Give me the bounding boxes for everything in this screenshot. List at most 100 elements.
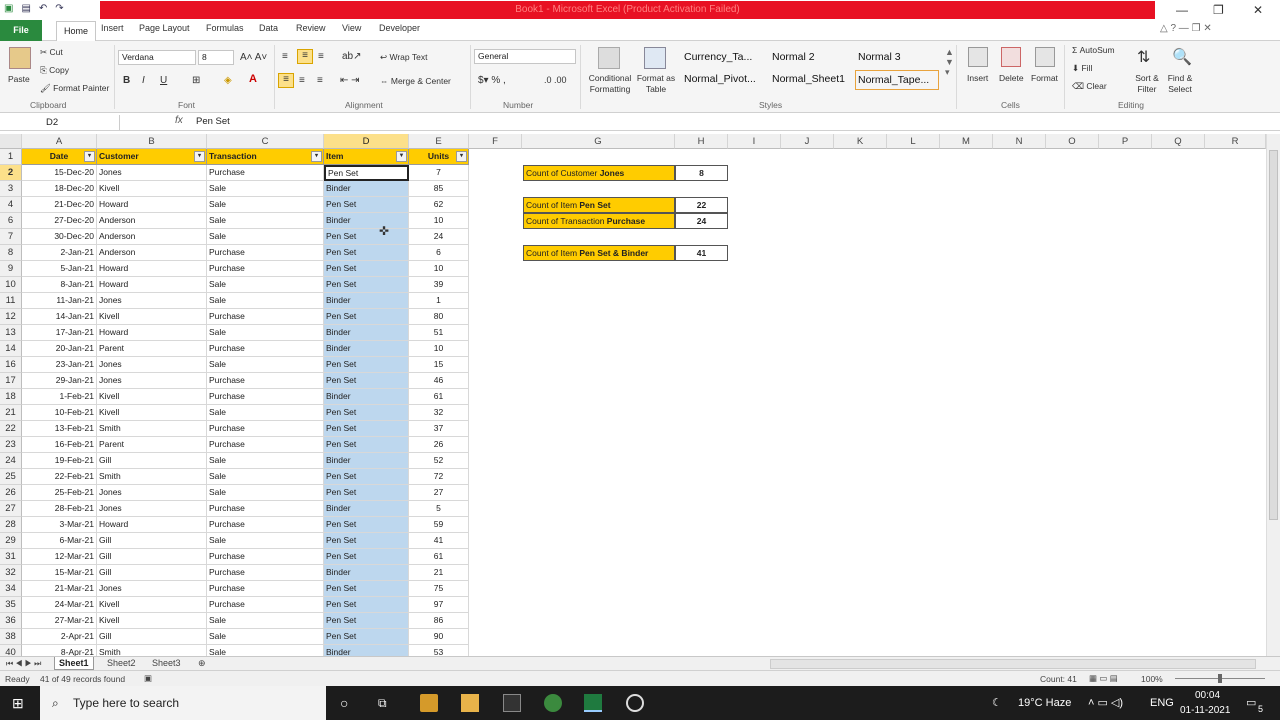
sheet-tab-sheet2[interactable]: Sheet2: [103, 657, 140, 670]
cell-transaction[interactable]: Sale: [207, 645, 324, 656]
cell-date[interactable]: 2-Jan-21: [22, 245, 97, 261]
style-normal-2[interactable]: Normal 2: [772, 51, 815, 63]
summary-label[interactable]: Count of Customer Jones: [523, 165, 675, 181]
cell-date[interactable]: 16-Feb-21: [22, 437, 97, 453]
column-header-b[interactable]: B: [97, 134, 207, 149]
cell-units[interactable]: 46: [409, 373, 469, 389]
cell-date[interactable]: 13-Feb-21: [22, 421, 97, 437]
merge-center-button[interactable]: ⇔ Merge & Center: [380, 76, 451, 86]
cell-item[interactable]: Pen Set: [324, 277, 409, 293]
row-header[interactable]: 8: [0, 245, 22, 261]
cell-units[interactable]: 59: [409, 517, 469, 533]
cell-transaction[interactable]: Purchase: [207, 245, 324, 261]
tab-page-layout[interactable]: Page Layout: [139, 23, 190, 33]
function-icon[interactable]: fx: [175, 115, 183, 126]
cell-item[interactable]: Pen Set: [324, 437, 409, 453]
cell-units[interactable]: 51: [409, 325, 469, 341]
column-header-f[interactable]: F: [469, 134, 522, 149]
cell-units[interactable]: 72: [409, 469, 469, 485]
cell-transaction[interactable]: Purchase: [207, 565, 324, 581]
zoom-slider-thumb[interactable]: [1218, 674, 1222, 683]
cell-units[interactable]: 41: [409, 533, 469, 549]
cell-customer[interactable]: Howard: [97, 261, 207, 277]
summary-label[interactable]: Count of Item Pen Set & Binder: [523, 245, 675, 261]
cell-customer[interactable]: Parent: [97, 437, 207, 453]
cell-item[interactable]: Binder: [324, 213, 409, 229]
format-button[interactable]: Format: [1031, 73, 1058, 83]
sheet-tab-sheet1[interactable]: Sheet1: [54, 657, 94, 670]
cell-item[interactable]: Pen Set: [324, 357, 409, 373]
cell-units[interactable]: 90: [409, 629, 469, 645]
cell-units[interactable]: 21: [409, 565, 469, 581]
cell-customer[interactable]: Jones: [97, 581, 207, 597]
cell-transaction[interactable]: Sale: [207, 277, 324, 293]
cell-item[interactable]: Binder: [324, 341, 409, 357]
cell-units[interactable]: 10: [409, 261, 469, 277]
cell-transaction[interactable]: Sale: [207, 325, 324, 341]
cell-date[interactable]: 23-Jan-21: [22, 357, 97, 373]
filter-dropdown-icon[interactable]: ▾: [194, 151, 205, 162]
cell-item[interactable]: Binder: [324, 645, 409, 656]
vertical-scrollbar[interactable]: [1266, 134, 1280, 656]
redo-icon[interactable]: ↷: [55, 3, 63, 14]
cell-transaction[interactable]: Purchase: [207, 597, 324, 613]
tab-file[interactable]: File: [0, 20, 42, 41]
cell-transaction[interactable]: Sale: [207, 469, 324, 485]
clear-button[interactable]: ⌫ Clear: [1072, 81, 1107, 92]
row-header[interactable]: 36: [0, 613, 22, 629]
row-header[interactable]: 38: [0, 629, 22, 645]
underline-button[interactable]: U: [160, 75, 167, 86]
cell-date[interactable]: 29-Jan-21: [22, 373, 97, 389]
binoculars-icon[interactable]: 🔍: [1172, 47, 1192, 67]
cell-item[interactable]: Pen Set: [324, 165, 409, 181]
tab-review[interactable]: Review: [296, 23, 326, 33]
summary-value[interactable]: 41: [675, 245, 728, 261]
summary-value[interactable]: 24: [675, 213, 728, 229]
row-header[interactable]: 2: [0, 165, 22, 181]
row-header[interactable]: 7: [0, 229, 22, 245]
cell-transaction[interactable]: Sale: [207, 613, 324, 629]
conditional-formatting-icon[interactable]: [598, 47, 620, 69]
format-cells-icon[interactable]: [1035, 47, 1055, 67]
view-normal-icon[interactable]: ▦ ▭ ▤: [1089, 673, 1118, 684]
conditional-formatting-button[interactable]: Conditional Formatting: [586, 73, 634, 95]
undo-icon[interactable]: ↶: [39, 3, 47, 14]
cell-customer[interactable]: Jones: [97, 165, 207, 181]
header-cell-units[interactable]: Units ▾: [409, 149, 469, 165]
cell-transaction[interactable]: Purchase: [207, 341, 324, 357]
align-center-icon[interactable]: ≡: [299, 75, 305, 86]
row-header[interactable]: 12: [0, 309, 22, 325]
taskbar-search[interactable]: ⌕ Type here to search: [40, 686, 326, 720]
cell-units[interactable]: 61: [409, 389, 469, 405]
cell-customer[interactable]: Howard: [97, 325, 207, 341]
font-grow-icon[interactable]: A˄ A˅: [240, 52, 267, 63]
cell-transaction[interactable]: Sale: [207, 405, 324, 421]
cell-item[interactable]: Pen Set: [324, 517, 409, 533]
cell-units[interactable]: 1: [409, 293, 469, 309]
notification-icon[interactable]: ▭: [1246, 686, 1256, 720]
cell-customer[interactable]: Gill: [97, 453, 207, 469]
cell-units[interactable]: 75: [409, 581, 469, 597]
cell-item[interactable]: Binder: [324, 325, 409, 341]
cell-customer[interactable]: Smith: [97, 645, 207, 656]
cell-item[interactable]: Pen Set: [324, 581, 409, 597]
row-header[interactable]: 1: [0, 149, 22, 165]
cell-item[interactable]: Pen Set: [324, 229, 409, 245]
column-header-l[interactable]: L: [887, 134, 940, 149]
tab-insert[interactable]: Insert: [101, 23, 124, 33]
cell-units[interactable]: 10: [409, 213, 469, 229]
excel-taskbar-icon[interactable]: [584, 694, 602, 712]
row-header[interactable]: 17: [0, 373, 22, 389]
cell-date[interactable]: 30-Dec-20: [22, 229, 97, 245]
cell-transaction[interactable]: Purchase: [207, 389, 324, 405]
cell-transaction[interactable]: Sale: [207, 213, 324, 229]
insert-cells-icon[interactable]: [968, 47, 988, 67]
cell-customer[interactable]: Jones: [97, 485, 207, 501]
cell-date[interactable]: 18-Dec-20: [22, 181, 97, 197]
cell-units[interactable]: 32: [409, 405, 469, 421]
row-header[interactable]: 40: [0, 645, 22, 656]
style-normal-pivot[interactable]: Normal_Pivot...: [684, 73, 756, 85]
number-format-select[interactable]: General: [474, 49, 576, 64]
sort-filter-button[interactable]: Sort & Filter: [1131, 73, 1163, 95]
delete-button[interactable]: Delete: [999, 73, 1024, 83]
